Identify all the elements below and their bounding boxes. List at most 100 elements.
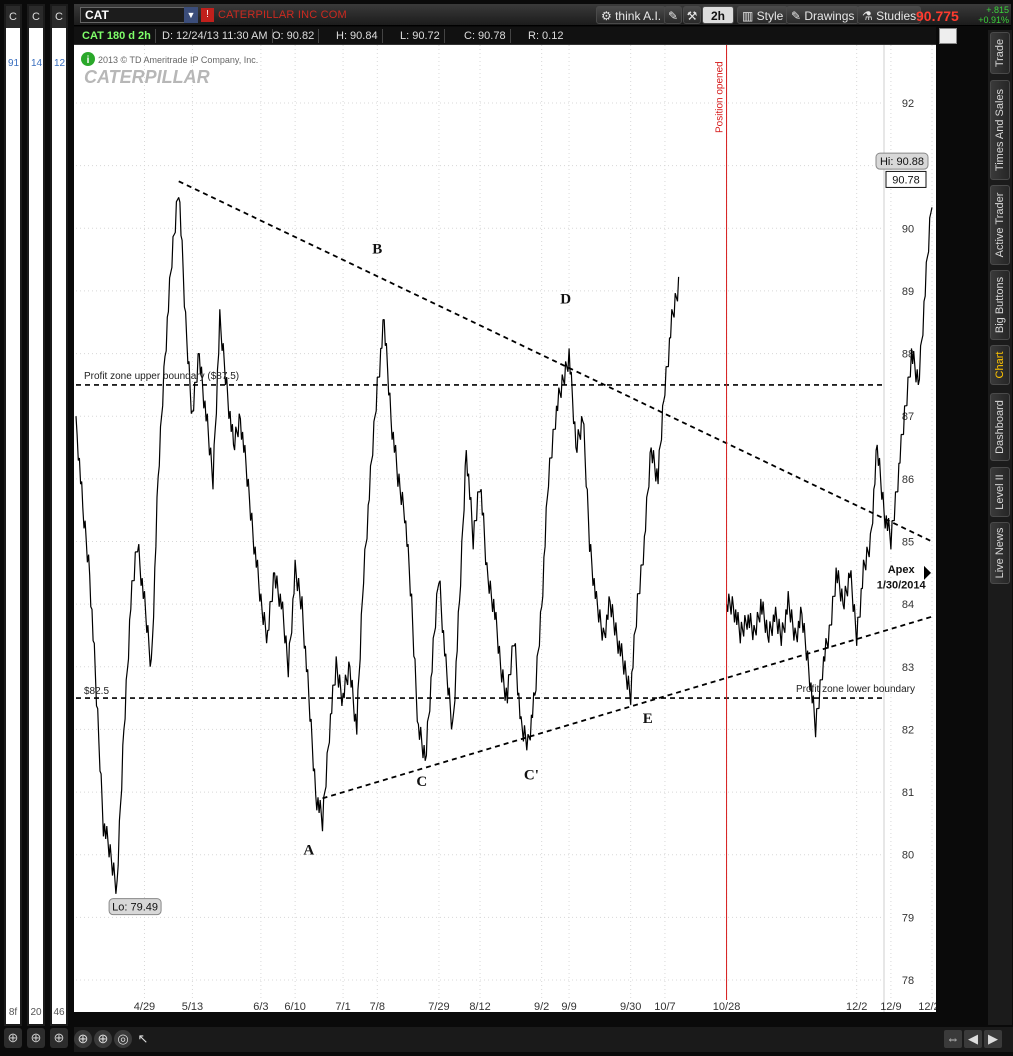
lower-boundary-price-label: $82.5 bbox=[84, 686, 109, 697]
y-tick-label: 79 bbox=[902, 912, 914, 924]
mini-panel-footer: 46 bbox=[52, 1002, 66, 1024]
annotation-label: C bbox=[416, 774, 427, 790]
y-tick-label: 92 bbox=[902, 98, 914, 110]
annotation-label: E bbox=[643, 711, 653, 727]
mini-chart-panel-1[interactable]: C 91 8f bbox=[4, 4, 22, 1026]
bar-date: D: 12/24/13 11:30 AM bbox=[158, 29, 273, 43]
lower-boundary-label: Profit zone lower boundary bbox=[796, 684, 915, 695]
alert-icon[interactable]: ! bbox=[201, 8, 214, 22]
y-tick-label: 86 bbox=[902, 474, 914, 486]
chart-bottom-bar: ⊕ ⊕ ◎ ↖ ⇔ ◀ ▶ bbox=[74, 1027, 1013, 1052]
symbol-input[interactable]: CAT bbox=[80, 7, 190, 23]
crosshair-icon[interactable]: ⊕ bbox=[74, 1030, 92, 1048]
bar-open: O: 90.82 bbox=[268, 29, 320, 43]
chart-info-bar: CAT 180 d 2h D: 12/24/13 11:30 AM O: 90.… bbox=[74, 27, 957, 45]
y-tick-label: 90 bbox=[902, 223, 914, 235]
net-change: +.815 bbox=[986, 5, 1009, 15]
mini-panel-footer: 20 bbox=[29, 1002, 43, 1024]
tab-times-and-sales[interactable]: Times And Sales bbox=[990, 80, 1010, 180]
x-tick-label: 12/23 bbox=[918, 1001, 936, 1012]
low-callout-label: Lo: 79.49 bbox=[112, 902, 158, 914]
x-tick-label: 7/8 bbox=[370, 1001, 385, 1012]
x-tick-label: 5/13 bbox=[182, 1001, 203, 1012]
x-tick-label: 7/1 bbox=[335, 1001, 350, 1012]
position-opened-label: Position opened bbox=[715, 61, 726, 133]
mini-chart-panel-2[interactable]: C 14 20 bbox=[27, 4, 45, 1026]
mini-panel-value: 91 bbox=[8, 58, 20, 69]
price-change: +.815 +0.91% bbox=[977, 5, 1009, 25]
zoom-icon[interactable]: ⊕ bbox=[94, 1030, 112, 1048]
high-callout-label: Hi: 90.88 bbox=[880, 156, 924, 168]
chart-canvas[interactable]: 7879808182838485868788899091924/295/136/… bbox=[74, 45, 936, 1012]
annotation-label: A bbox=[303, 843, 314, 859]
annotation-label: B bbox=[372, 241, 382, 257]
y-tick-label: 85 bbox=[902, 537, 914, 549]
drawings-button[interactable]: ✎ Drawings bbox=[786, 6, 860, 24]
tab-chart[interactable]: Chart bbox=[990, 345, 1010, 385]
annotation-label: C' bbox=[524, 768, 539, 784]
think-ai-button[interactable]: ⚙ think A.I. bbox=[596, 6, 667, 24]
chart-tag: CAT 180 d 2h bbox=[78, 29, 156, 43]
studies-button[interactable]: ⚗ Studies bbox=[857, 6, 922, 24]
x-tick-label: 9/2 bbox=[534, 1001, 549, 1012]
chart-style-icon: ▥ bbox=[742, 9, 757, 23]
x-tick-label: 12/9 bbox=[880, 1001, 901, 1012]
y-tick-label: 80 bbox=[902, 850, 914, 862]
mini-panel-footer: 8f bbox=[6, 1002, 20, 1024]
crosshair-icon[interactable]: ⊕ bbox=[4, 1028, 22, 1048]
mini-panel-value: 14 bbox=[31, 58, 43, 69]
chevron-down-icon[interactable]: ▼ bbox=[184, 7, 198, 23]
scroll-right-icon[interactable]: ▶ bbox=[984, 1030, 1002, 1048]
scroll-left-icon[interactable]: ◀ bbox=[964, 1030, 982, 1048]
y-tick-label: 78 bbox=[902, 975, 914, 987]
x-tick-label: 8/12 bbox=[469, 1001, 490, 1012]
mini-panel-value: 12 bbox=[54, 58, 66, 69]
copyright-text: 2013 © TD Ameritrade IP Company, Inc. bbox=[98, 55, 258, 65]
watermark-logo: CATERPILLAR bbox=[84, 67, 210, 87]
pencil-icon: ✎ bbox=[791, 9, 805, 23]
gear-icon: ⚙ bbox=[601, 9, 616, 23]
upper-boundary-label: Profit zone upper boundary ($87.5) bbox=[84, 371, 239, 382]
period-selector[interactable]: 2h bbox=[702, 6, 734, 24]
drawing-mode-icon[interactable] bbox=[939, 28, 957, 44]
mini-panel-header: C bbox=[6, 6, 20, 28]
company-name: CATERPILLAR INC COM bbox=[218, 9, 347, 21]
annotation-label: 1/30/2014 bbox=[877, 579, 927, 591]
drawing-tool-icon[interactable]: ✎ bbox=[664, 6, 682, 24]
tab-dashboard[interactable]: Dashboard bbox=[990, 393, 1010, 461]
style-button[interactable]: ▥ Style bbox=[737, 6, 789, 24]
x-tick-label: 6/10 bbox=[284, 1001, 305, 1012]
y-tick-label: 81 bbox=[902, 787, 914, 799]
x-tick-label: 9/9 bbox=[561, 1001, 576, 1012]
pct-change: +0.91% bbox=[978, 15, 1009, 25]
x-tick-label: 9/30 bbox=[620, 1001, 641, 1012]
last-price: 90.775 bbox=[916, 8, 959, 24]
y-tick-label: 83 bbox=[902, 662, 914, 674]
crosshair-icon[interactable]: ⊕ bbox=[27, 1028, 45, 1048]
x-tick-label: 12/2 bbox=[846, 1001, 867, 1012]
tab-big-buttons[interactable]: Big Buttons bbox=[990, 270, 1010, 340]
tab-level-ii[interactable]: Level II bbox=[990, 467, 1010, 517]
tab-live-news[interactable]: Live News bbox=[990, 522, 1010, 584]
bar-close: C: 90.78 bbox=[460, 29, 511, 43]
y-tick-label: 82 bbox=[902, 724, 914, 736]
last-price-tag-label: 90.78 bbox=[892, 174, 920, 186]
bar-low: L: 90.72 bbox=[396, 29, 445, 43]
mini-chart-panel-3[interactable]: C 12 46 bbox=[50, 4, 68, 1026]
crosshair-icon[interactable]: ⊕ bbox=[50, 1028, 68, 1048]
bar-high: H: 90.84 bbox=[332, 29, 383, 43]
mini-panel-header: C bbox=[29, 6, 43, 28]
wrench-icon[interactable]: ⚒ bbox=[683, 6, 701, 24]
magnifier-icon[interactable]: ◎ bbox=[114, 1030, 132, 1048]
y-tick-label: 84 bbox=[902, 599, 914, 611]
expand-icon[interactable]: ⇔ bbox=[944, 1030, 962, 1048]
x-tick-label: 10/28 bbox=[713, 1001, 741, 1012]
price-chart[interactable]: 7879808182838485868788899091924/295/136/… bbox=[74, 45, 936, 1012]
chart-toolbar: CAT ▼ ! CATERPILLAR INC COM ⚙ think A.I.… bbox=[74, 4, 1011, 26]
tab-active-trader[interactable]: Active Trader bbox=[990, 185, 1010, 265]
app-window: C 91 8f C 14 20 C 12 46 ⊕ ⊕ ⊕ CAT ▼ ! CA… bbox=[0, 0, 1013, 1056]
tab-trade[interactable]: Trade bbox=[990, 32, 1010, 74]
cursor-icon[interactable]: ↖ bbox=[134, 1030, 152, 1048]
mini-panel-header: C bbox=[52, 6, 66, 28]
annotation-label: Apex bbox=[888, 564, 916, 576]
